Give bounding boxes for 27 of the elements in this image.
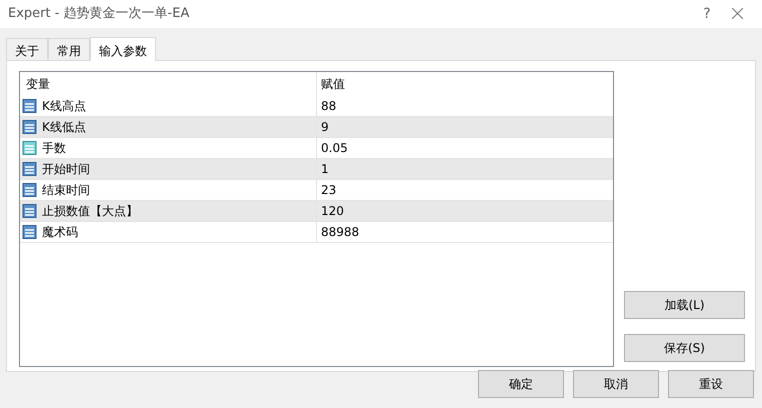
parameter-value: 1 [321, 161, 329, 178]
parameter-name: 止损数值【大点】 [42, 203, 138, 220]
parameter-name: K线低点 [42, 119, 86, 136]
help-button[interactable]: ? [692, 4, 722, 24]
dialog-button[interactable]: 取消 [573, 370, 659, 398]
parameter-name: 开始时间 [42, 161, 90, 178]
tab[interactable]: 常用 [48, 38, 90, 60]
parameter-value: 0.05 [321, 140, 348, 157]
parameter-name: 手数 [42, 140, 66, 157]
column-header: 变量 [26, 76, 50, 93]
parameter-value: 88 [321, 98, 336, 115]
column-header: 赋值 [321, 76, 345, 93]
parameter-value: 23 [321, 182, 336, 199]
window-title: Expert - 趋势黄金一次一单-EA [8, 5, 190, 24]
close-icon [732, 8, 742, 20]
parameter-name: K线高点 [42, 98, 86, 115]
dialog-button[interactable]: 加载(L) [624, 291, 745, 319]
dialog-button[interactable]: 重设 [668, 370, 754, 398]
parameter-name: 结束时间 [42, 182, 90, 199]
dialog-button[interactable]: 保存(S) [624, 334, 745, 362]
parameter-value: 88988 [321, 224, 360, 241]
parameter-value: 120 [321, 203, 344, 220]
parameter-value: 9 [321, 119, 329, 136]
parameter-name: 魔术码 [42, 224, 78, 241]
dialog-button[interactable]: 确定 [478, 370, 564, 398]
tab[interactable]: 关于 [6, 38, 48, 60]
tab[interactable]: 输入参数 [90, 37, 156, 61]
